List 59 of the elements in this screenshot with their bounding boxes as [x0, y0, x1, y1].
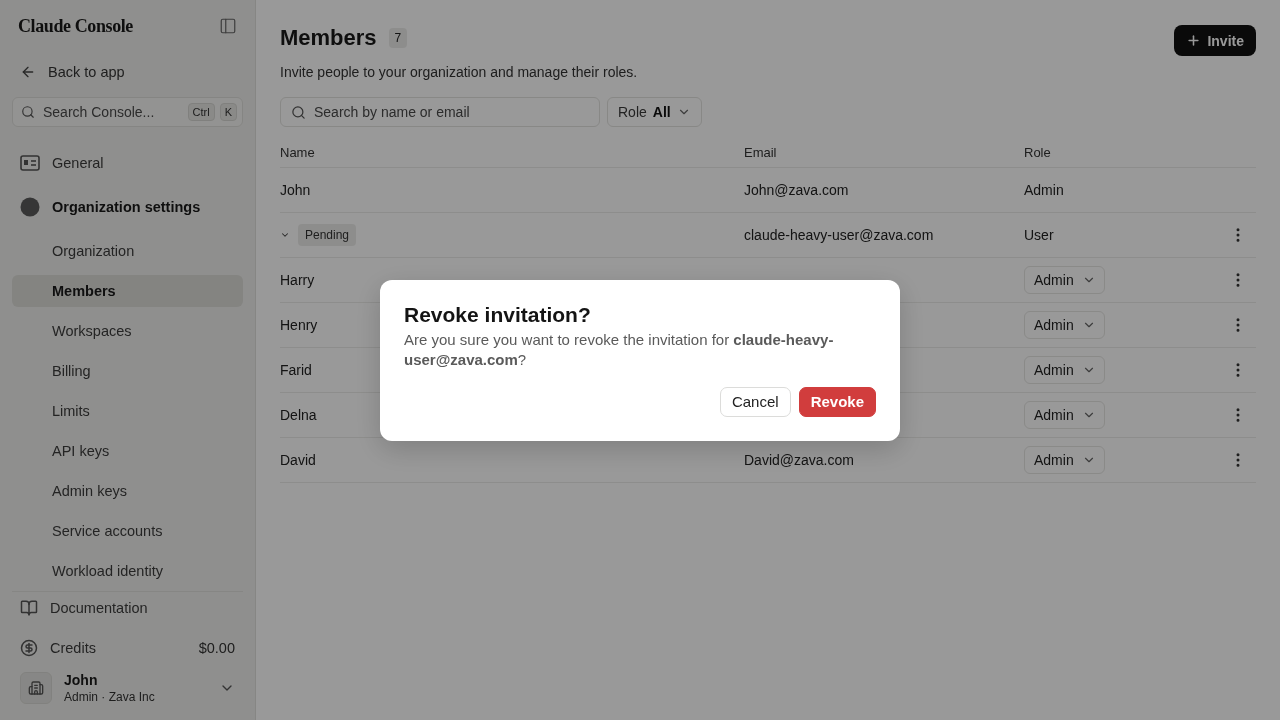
- table-cell: User: [1024, 227, 1054, 243]
- user-name: John: [64, 672, 99, 688]
- page-title: Members: [280, 24, 377, 52]
- plus-icon: [1186, 33, 1202, 48]
- search-icon: [291, 104, 306, 120]
- documentation-link[interactable]: Documentation: [12, 592, 243, 624]
- column-header: Email: [744, 145, 777, 160]
- shortcut-key: Ctrl: [187, 103, 215, 121]
- invite-button[interactable]: Invite: [1174, 25, 1256, 56]
- nav-item[interactable]: Workload identity: [12, 555, 243, 587]
- card-icon: [20, 155, 40, 171]
- cancel-button[interactable]: Cancel: [719, 386, 791, 417]
- role-select[interactable]: Admin: [1024, 401, 1105, 429]
- dialog-title: Revoke invitation?: [404, 301, 592, 328]
- role-select[interactable]: Admin: [1024, 266, 1105, 294]
- column-header: Role: [1024, 145, 1051, 160]
- nav-item[interactable]: Members: [12, 275, 243, 307]
- table-cell: David: [280, 452, 316, 468]
- credit-balance: $0.00: [198, 640, 235, 656]
- nav-item[interactable]: Admin keys: [12, 475, 243, 507]
- dialog-message: Are you sure you want to revoke the invitation for claude-heavy-user@zava.com?: [404, 329, 835, 370]
- credits-link[interactable]: Credits $0.00: [12, 632, 243, 664]
- table-cell: David@zava.com: [744, 452, 854, 468]
- role-select[interactable]: Admin: [1024, 311, 1105, 339]
- logo: Claude Console: [18, 15, 133, 37]
- pending-badge: Pending: [298, 224, 357, 246]
- column-header: Name: [280, 145, 315, 160]
- search-field[interactable]: Search by name or email: [280, 97, 600, 127]
- nav-section[interactable]: Organization settings: [12, 191, 243, 223]
- table-cell: Admin: [1024, 182, 1064, 198]
- nav-item[interactable]: API keys: [12, 435, 243, 467]
- table-cell: Harry: [280, 272, 315, 288]
- user-subtitle: Admin · Zava Inc: [64, 690, 156, 704]
- page-subtitle: Invite people to your organization and manage their roles.: [280, 63, 639, 82]
- building-icon: [20, 672, 52, 704]
- sidebar-toggle-icon[interactable]: [219, 17, 237, 35]
- chevron-down-icon[interactable]: [280, 230, 290, 240]
- nav-item[interactable]: General: [12, 147, 243, 179]
- nav-item[interactable]: Service accounts: [12, 515, 243, 547]
- nav-item[interactable]: Organization: [12, 235, 243, 267]
- table-cell: Farid: [280, 362, 312, 378]
- member-count: 7: [388, 28, 408, 48]
- role-filter[interactable]: Role All: [607, 97, 702, 127]
- role-select[interactable]: Admin: [1024, 356, 1105, 384]
- role-select[interactable]: Admin: [1024, 446, 1105, 474]
- table-cell: claude-heavy-user@zava.com: [744, 227, 934, 243]
- book-icon: [20, 599, 38, 617]
- table-cell: John@zava.com: [744, 182, 849, 198]
- table-cell: John: [280, 182, 311, 198]
- dollar-icon: [20, 639, 38, 657]
- search-icon: [21, 105, 35, 119]
- table-cell: Delna: [280, 407, 317, 423]
- nav-item[interactable]: Workspaces: [12, 315, 243, 347]
- nav-item[interactable]: Limits: [12, 395, 243, 427]
- revoke-button[interactable]: Revoke: [798, 386, 876, 417]
- nav-item[interactable]: Billing: [12, 355, 243, 387]
- back-link[interactable]: Back to app: [12, 54, 243, 90]
- circle-icon: [20, 197, 40, 217]
- table-cell: Henry: [280, 317, 318, 333]
